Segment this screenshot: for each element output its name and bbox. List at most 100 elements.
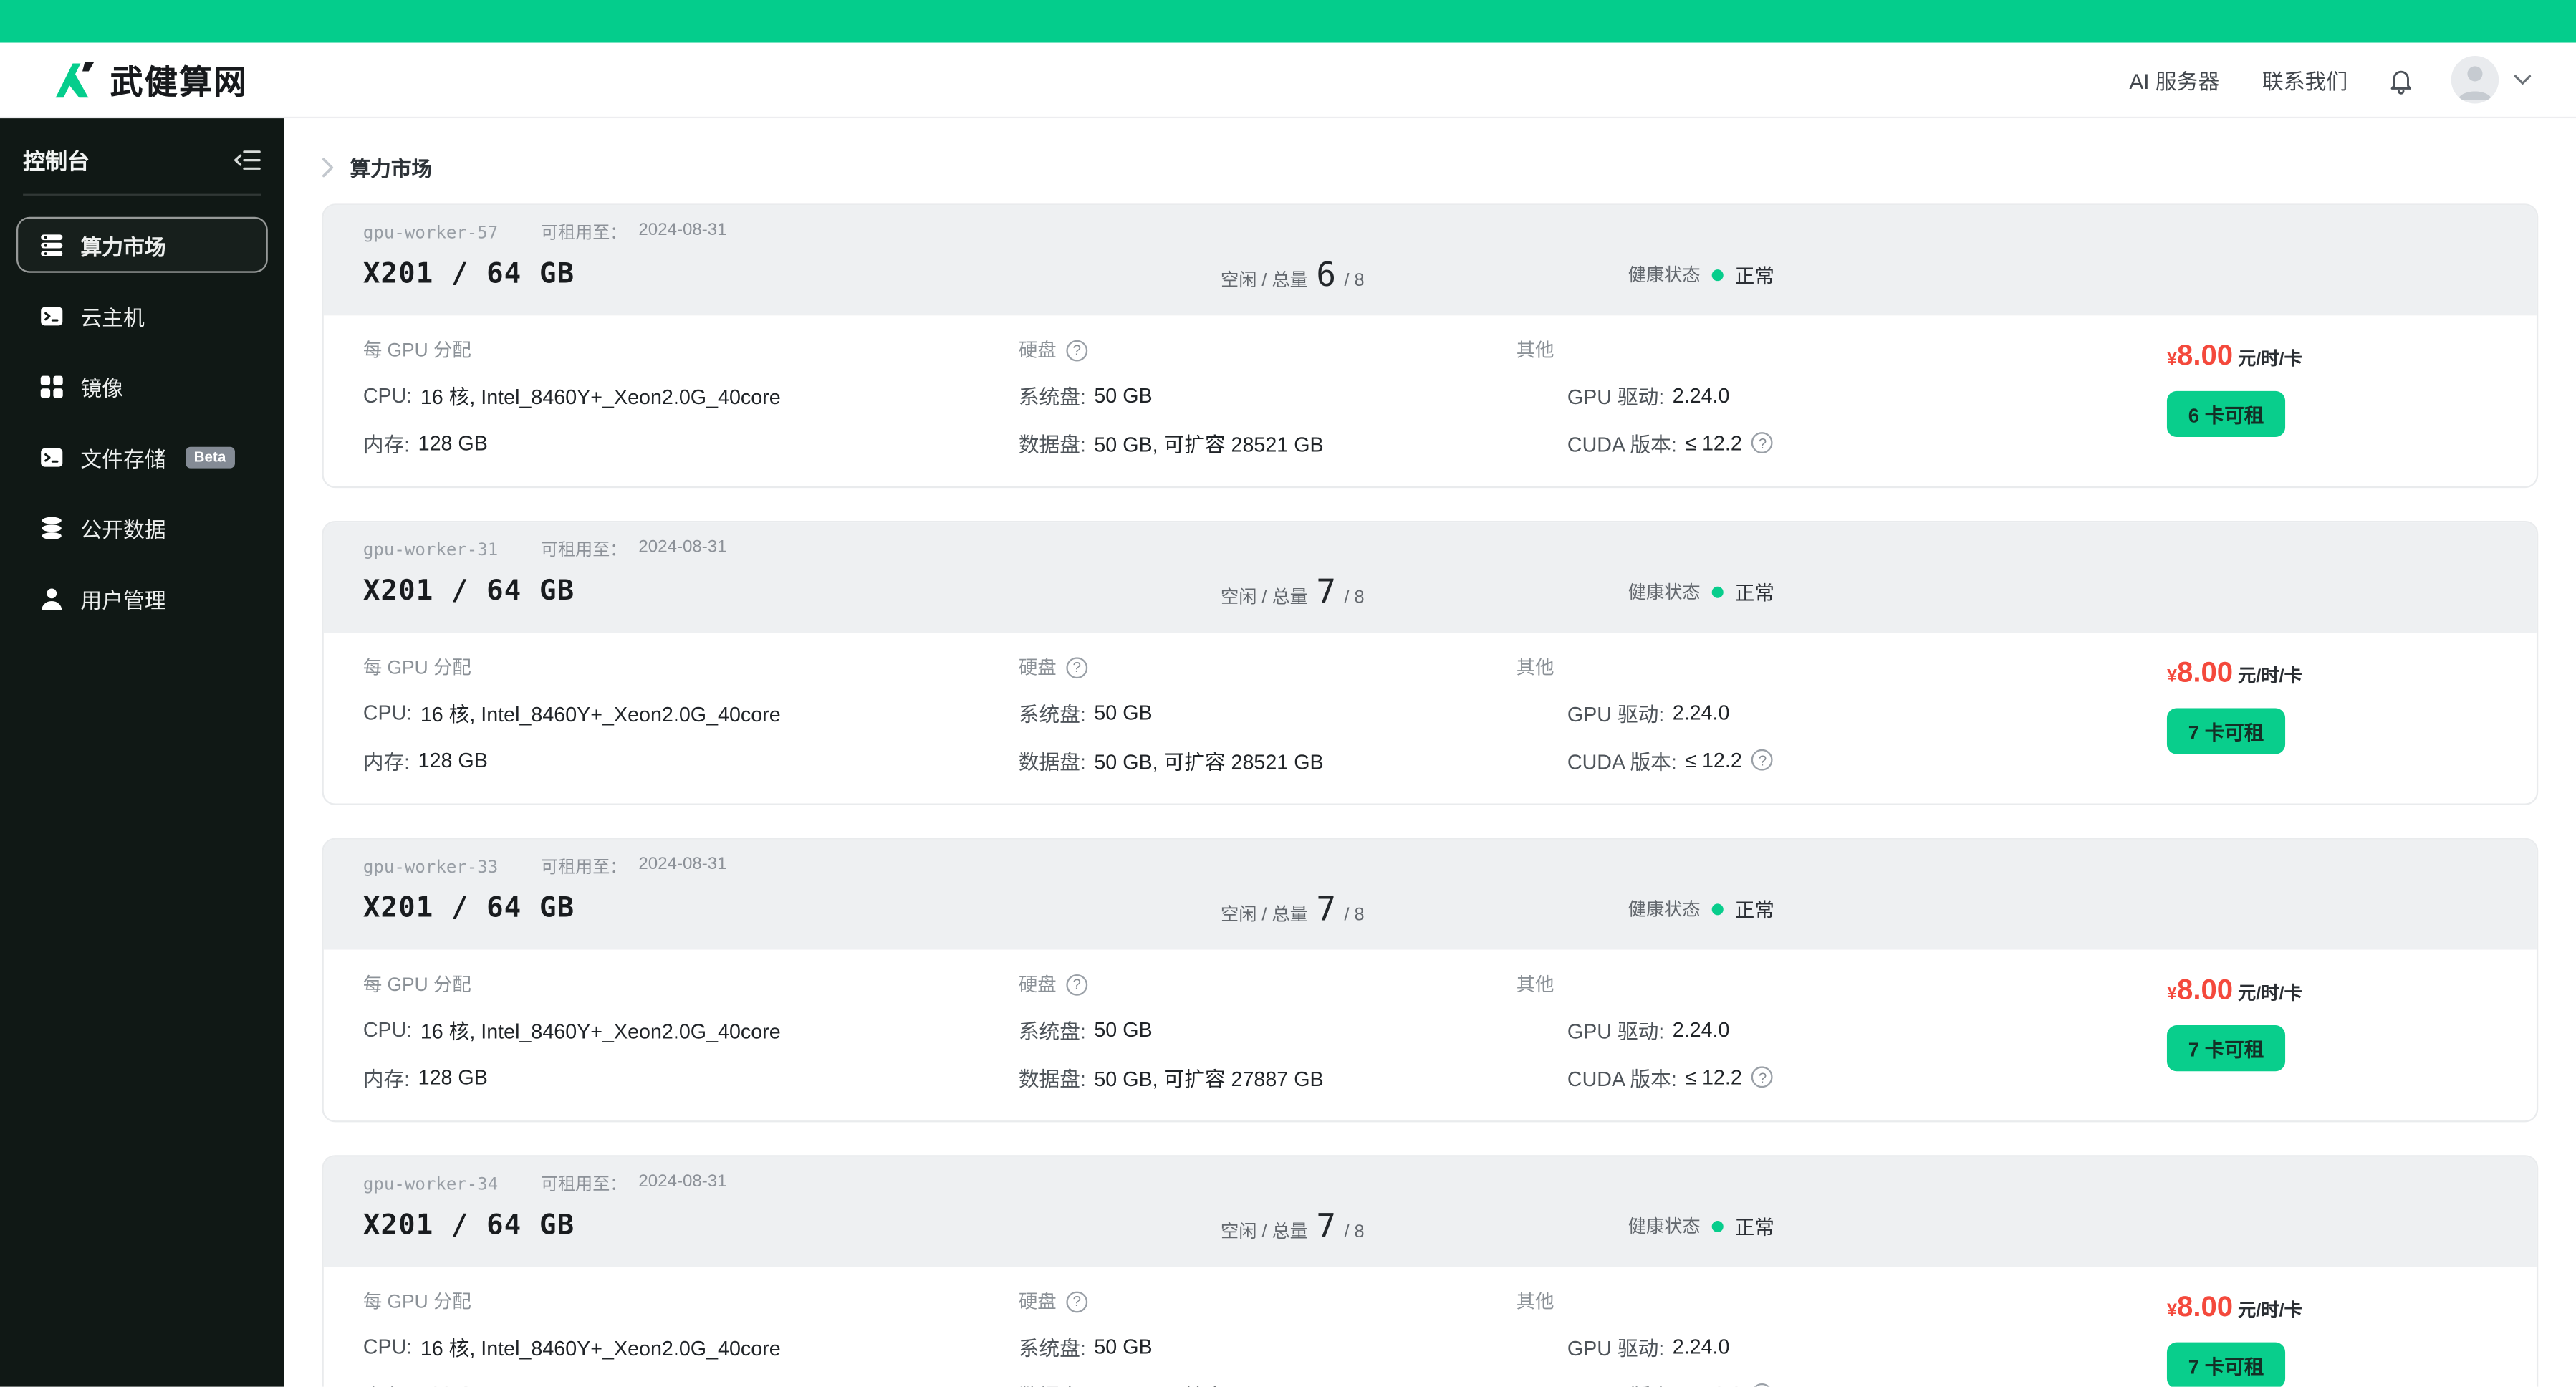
lease-label: 可租用至： <box>540 223 628 244</box>
sidebar-item-label: 镜像 <box>80 375 124 400</box>
worker-id: gpu-worker-34 <box>362 1174 499 1194</box>
datadisk-label: 数据盘: <box>1019 1378 1086 1386</box>
total-count: / 8 <box>1344 905 1365 926</box>
rent-button[interactable]: 7 卡可租 <box>2166 708 2286 754</box>
health-status-dot <box>1711 903 1724 915</box>
cuda-label: CUDA 版本: <box>1567 1067 1677 1091</box>
rent-button[interactable]: 6 卡可租 <box>2166 390 2286 438</box>
nav-ai-servers[interactable]: AI 服务器 <box>2129 64 2219 95</box>
nav-contact-us[interactable]: 联系我们 <box>2262 64 2347 95</box>
currency-symbol: ¥ <box>2166 350 2177 370</box>
other-label: 其他 <box>1516 658 1554 679</box>
card-title: X201 / 64 GB <box>362 1209 575 1242</box>
rent-button[interactable]: 7 卡可租 <box>2166 1025 2286 1072</box>
sysdisk-value: 50 GB <box>1094 1017 1153 1041</box>
driver-label: GPU 驱动: <box>1567 1020 1665 1044</box>
sidebar-item-file-storage[interactable]: 文件存储 Beta <box>16 429 268 485</box>
alloc-label: 每 GPU 分配 <box>362 342 471 362</box>
server-stack-icon <box>38 231 64 258</box>
worker-id: gpu-worker-31 <box>362 539 499 560</box>
card-title: X201 / 64 GB <box>362 575 575 608</box>
cuda-help-icon[interactable]: ? <box>1751 1383 1774 1387</box>
collapse-sidebar-icon[interactable] <box>234 149 261 171</box>
disk-help-icon[interactable]: ? <box>1066 973 1088 995</box>
sidebar-item-label: 用户管理 <box>80 587 166 613</box>
mem-label: 内存: <box>362 1067 410 1091</box>
terminal-icon <box>38 302 64 329</box>
gpu-card: gpu-worker-57 可租用至： 2024-08-31 X201 / 64 … <box>322 203 2539 489</box>
sysdisk-value: 50 GB <box>1094 383 1153 407</box>
cuda-value: ≤ 12.2 <box>1685 1383 1742 1387</box>
sidebar-title: 控制台 <box>23 149 90 175</box>
total-count: / 8 <box>1344 1222 1365 1242</box>
price-amount: 8.00 <box>2176 656 2234 688</box>
gpu-card: gpu-worker-31 可租用至： 2024-08-31 X201 / 64 … <box>322 520 2539 805</box>
brand[interactable]: 武健算网 <box>54 56 249 104</box>
datadisk-label: 数据盘: <box>1018 751 1086 774</box>
sidebar-item-public-data[interactable]: 公开数据 <box>16 499 268 555</box>
driver-value: 2.24.0 <box>1672 701 1730 724</box>
mem-value: 128 GB <box>418 431 488 455</box>
main-content: 算力市场 gpu-worker-57 可租用至： 2024-08-31 X201 … <box>284 118 2576 1387</box>
currency-symbol: ¥ <box>2166 1301 2177 1321</box>
other-label: 其他 <box>1516 976 1554 996</box>
account-chevron-down-icon[interactable] <box>2514 74 2532 85</box>
cuda-help-icon[interactable]: ? <box>1751 1066 1774 1088</box>
mem-label: 内存: <box>362 751 410 774</box>
idle-label: 空闲 / 总量 <box>1220 271 1308 291</box>
user-avatar[interactable] <box>2451 55 2499 104</box>
cpu-label: CPU: <box>362 1017 413 1041</box>
total-count: / 8 <box>1344 588 1365 608</box>
datadisk-value: 50 GB, 可扩容 28521 GB <box>1094 433 1324 457</box>
price-unit: 元/时/卡 <box>2237 1301 2302 1321</box>
alloc-label: 每 GPU 分配 <box>362 976 471 996</box>
cpu-label: CPU: <box>362 1335 413 1358</box>
card-header: gpu-worker-33 可租用至： 2024-08-31 X201 / 64 … <box>323 839 2537 950</box>
cuda-help-icon[interactable]: ? <box>1751 432 1774 453</box>
price-unit: 元/时/卡 <box>2237 984 2302 1004</box>
free-count: 7 <box>1316 572 1337 612</box>
notification-bell-icon[interactable] <box>2387 65 2415 95</box>
breadcrumb-chevron-icon <box>322 157 334 177</box>
idle-label: 空闲 / 总量 <box>1220 905 1308 926</box>
health-label: 健康状态 <box>1628 266 1701 287</box>
price: ¥ 8.00 元/时/卡 <box>2167 656 2302 690</box>
price-unit: 元/时/卡 <box>2237 350 2302 370</box>
health-label: 健康状态 <box>1628 900 1701 921</box>
lease-label: 可租用至： <box>540 1174 628 1195</box>
datadisk-label: 数据盘: <box>1018 1067 1086 1091</box>
health-status: 正常 <box>1734 1214 1774 1239</box>
gpu-card: gpu-worker-34 可租用至： 2024-08-31 X201 / 64 … <box>322 1155 2539 1387</box>
currency-symbol: ¥ <box>2166 984 2177 1004</box>
sidebar-item-label: 算力市场 <box>80 234 166 259</box>
idle-label: 空闲 / 总量 <box>1220 1222 1308 1242</box>
driver-value: 2.24.0 <box>1672 1017 1730 1041</box>
health-status: 正常 <box>1734 580 1774 604</box>
health-label: 健康状态 <box>1628 583 1701 603</box>
price: ¥ 8.00 元/时/卡 <box>2167 338 2302 373</box>
sidebar-item-user-management[interactable]: 用户管理 <box>16 570 268 626</box>
card-title: X201 / 64 GB <box>362 258 575 291</box>
lease-date: 2024-08-31 <box>638 854 727 875</box>
disk-help-icon[interactable]: ? <box>1066 339 1088 361</box>
sidebar-item-images[interactable]: 镜像 <box>16 358 268 414</box>
lease-label: 可租用至： <box>540 858 628 878</box>
sidebar-item-label: 文件存储 <box>80 446 166 471</box>
sidebar-item-compute-market[interactable]: 算力市场 <box>16 216 268 273</box>
terminal-icon <box>38 443 64 470</box>
disk-help-icon[interactable]: ? <box>1066 656 1088 678</box>
cuda-value: ≤ 12.2 <box>1685 1065 1742 1089</box>
disk-help-icon[interactable]: ? <box>1066 1290 1088 1312</box>
beta-badge: Beta <box>186 446 234 468</box>
breadcrumb-label[interactable]: 算力市场 <box>350 151 432 183</box>
cuda-help-icon[interactable]: ? <box>1751 749 1774 771</box>
disk-label: 硬盘 <box>1018 1292 1057 1313</box>
card-body: 每 GPU 分配 CPU: 16 核, Intel_8460Y+_Xeon2.0G… <box>324 1267 2537 1387</box>
sidebar-item-cloud-host[interactable]: 云主机 <box>16 287 268 343</box>
driver-label: GPU 驱动: <box>1567 703 1665 726</box>
rent-button[interactable]: 7 卡可租 <box>2166 1342 2286 1387</box>
driver-label: GPU 驱动: <box>1567 385 1665 410</box>
brand-name: 武健算网 <box>110 65 249 102</box>
cuda-value: ≤ 12.2 <box>1685 748 1742 772</box>
health-status-dot <box>1711 268 1724 281</box>
